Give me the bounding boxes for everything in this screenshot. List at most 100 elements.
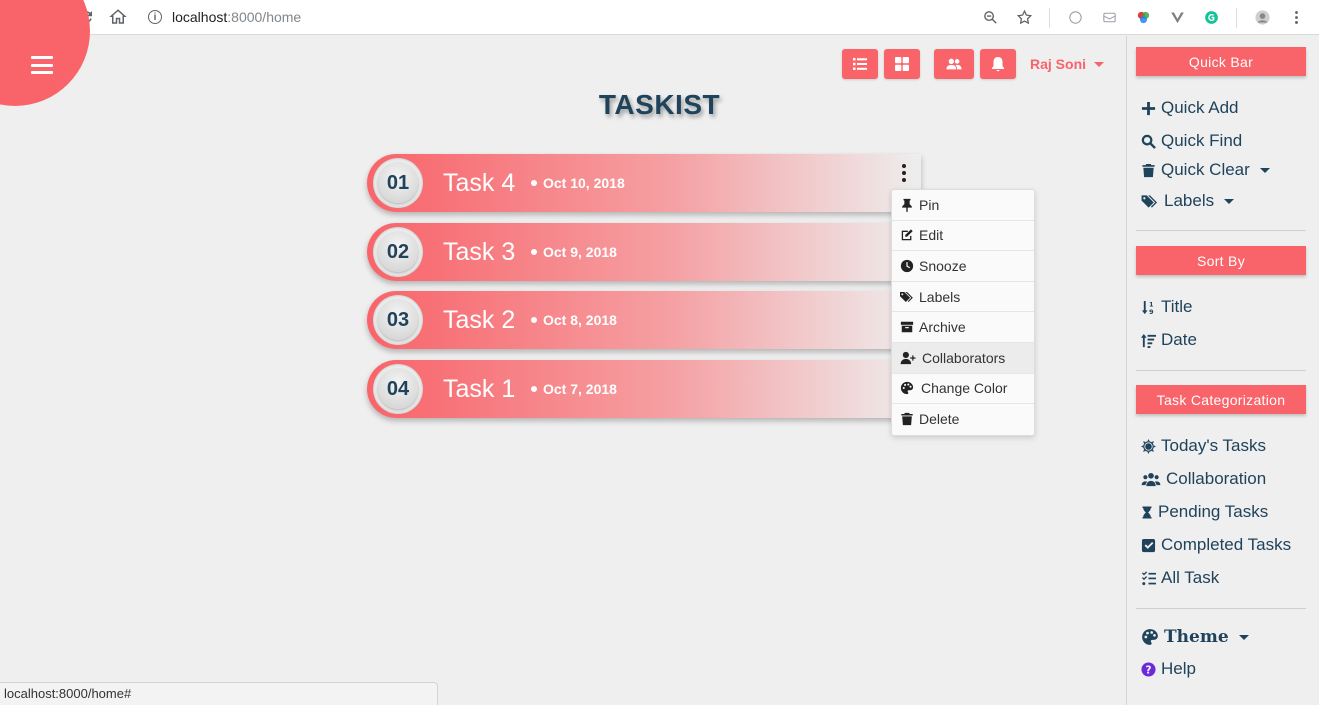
divider xyxy=(1136,608,1306,609)
menu-item-pin[interactable]: Pin xyxy=(892,190,1034,221)
quick-clear-dropdown[interactable]: Quick Clear xyxy=(1141,160,1270,180)
extension-3[interactable] xyxy=(1128,3,1158,33)
task-date: Oct 9, 2018 xyxy=(531,244,617,260)
task-date-text: Oct 8, 2018 xyxy=(543,312,617,328)
task-options-icon[interactable] xyxy=(899,164,909,182)
menu-item-label: Collaborators xyxy=(922,349,1006,366)
task-number-badge: 02 xyxy=(373,227,423,277)
task-card[interactable]: 02 Task 3 Oct 9, 2018 xyxy=(367,223,921,281)
caret-down-icon xyxy=(1224,198,1235,204)
menu-item-label: Edit xyxy=(919,227,944,244)
quick-add-label: Quick Add xyxy=(1161,98,1239,117)
extension-circle-icon xyxy=(1068,11,1082,24)
quick-add-link[interactable]: Quick Add xyxy=(1141,98,1239,118)
dot-icon xyxy=(531,180,537,186)
url-path: :8000/home xyxy=(227,9,302,25)
menu-item-label: Delete xyxy=(919,411,960,428)
task-number-badge: 01 xyxy=(373,158,423,208)
menu-item-collaborators[interactable]: Collaborators xyxy=(892,342,1034,374)
archive-icon xyxy=(900,321,914,333)
list-icon xyxy=(853,58,867,70)
task-title: Task 4 xyxy=(443,168,516,197)
right-sidebar: Quick Bar Quick Add Quick Find Quick Cle… xyxy=(1126,36,1319,705)
menu-item-label: Snooze xyxy=(919,257,967,274)
menu-item-label: Labels xyxy=(919,288,961,305)
palette-icon xyxy=(1142,629,1158,645)
all-task-link[interactable]: All Task xyxy=(1141,568,1219,588)
url-host: localhost xyxy=(172,9,228,25)
todays-tasks-link[interactable]: Today's Tasks xyxy=(1141,436,1266,456)
user-menu[interactable]: Raj Soni xyxy=(1030,56,1105,72)
task-card[interactable]: 04 Task 1 Oct 7, 2018 xyxy=(367,360,921,418)
extension-grammarly[interactable] xyxy=(1196,3,1226,33)
menu-item-snooze[interactable]: Snooze xyxy=(892,251,1034,282)
search-icon xyxy=(1141,134,1156,149)
edit-icon xyxy=(901,229,913,241)
task-date-text: Oct 10, 2018 xyxy=(543,175,625,191)
task-date: Oct 10, 2018 xyxy=(531,175,625,191)
task-card[interactable]: 01 Task 4 Oct 10, 2018 xyxy=(367,154,921,212)
hamburger-menu-icon[interactable] xyxy=(31,56,53,74)
users-icon xyxy=(946,58,962,70)
list-view-button[interactable] xyxy=(842,49,878,79)
tasks-icon xyxy=(1141,570,1156,585)
home-button[interactable] xyxy=(102,1,134,33)
caret-down-icon xyxy=(1094,61,1105,67)
bookmark-button[interactable] xyxy=(1009,3,1039,33)
completed-tasks-link[interactable]: Completed Tasks xyxy=(1141,535,1291,555)
dot-icon xyxy=(531,249,537,255)
sort-title-link[interactable]: 19 Title xyxy=(1141,297,1193,317)
address-bar[interactable]: i localhost:8000/home xyxy=(148,9,301,25)
browser-toolbar: i localhost:8000/home xyxy=(0,0,1319,35)
trash-icon xyxy=(1142,163,1155,177)
sort-title-label: Title xyxy=(1161,297,1193,316)
task-number-badge: 03 xyxy=(373,295,423,345)
trash-icon xyxy=(901,413,913,426)
dot-icon xyxy=(531,317,537,323)
page-title: TASKIST xyxy=(598,89,721,120)
clock-icon xyxy=(900,259,914,273)
pending-tasks-link[interactable]: Pending Tasks xyxy=(1141,502,1268,522)
caret-down-icon xyxy=(1238,634,1249,640)
avatar-icon xyxy=(1254,10,1270,25)
task-options-menu: Pin Edit Snooze Labels Archive Collabora… xyxy=(891,189,1035,436)
task-number: 02 xyxy=(378,232,418,272)
zoom-button[interactable] xyxy=(975,3,1005,33)
hourglass-icon xyxy=(1142,506,1152,518)
completed-tasks-label: Completed Tasks xyxy=(1161,535,1292,554)
collaborators-button[interactable] xyxy=(934,49,974,79)
menu-item-change-color[interactable]: Change Color xyxy=(892,374,1034,405)
sun-icon xyxy=(1141,438,1156,454)
profile-button[interactable] xyxy=(1247,3,1277,33)
sort-numeric-icon: 19 xyxy=(1141,300,1154,315)
caret-down-icon xyxy=(1259,167,1270,173)
extension-2[interactable] xyxy=(1094,3,1124,33)
collaboration-label: Collaboration xyxy=(1166,469,1267,488)
menu-item-labels[interactable]: Labels xyxy=(892,282,1034,313)
sort-date-link[interactable]: Date xyxy=(1141,330,1197,350)
labels-label: Labels xyxy=(1164,191,1215,210)
quick-find-link[interactable]: Quick Find xyxy=(1141,131,1242,151)
menu-button[interactable] xyxy=(1281,3,1311,33)
todays-tasks-label: Today's Tasks xyxy=(1161,436,1266,455)
question-circle-icon: ? xyxy=(1141,661,1156,677)
theme-dropdown[interactable]: Theme xyxy=(1141,627,1249,647)
sort-by-header: Sort By xyxy=(1136,246,1306,275)
theme-label: Theme xyxy=(1164,627,1229,647)
quick-clear-label: Quick Clear xyxy=(1161,160,1250,179)
help-link[interactable]: ? Help xyxy=(1141,659,1196,679)
extension-4[interactable] xyxy=(1162,3,1192,33)
labels-dropdown[interactable]: Labels xyxy=(1141,191,1235,211)
grammarly-icon xyxy=(1204,11,1218,24)
extension-1[interactable] xyxy=(1060,3,1090,33)
task-card[interactable]: 03 Task 2 Oct 8, 2018 xyxy=(367,291,921,349)
menu-item-delete[interactable]: Delete xyxy=(892,404,1034,435)
collaboration-link[interactable]: Collaboration xyxy=(1141,469,1266,489)
magnifier-icon xyxy=(983,11,997,24)
menu-item-archive[interactable]: Archive xyxy=(892,312,1034,343)
plus-icon xyxy=(1141,101,1156,115)
grid-view-button[interactable] xyxy=(884,49,920,79)
notifications-button[interactable] xyxy=(980,49,1016,79)
user-plus-icon xyxy=(900,351,916,364)
menu-item-edit[interactable]: Edit xyxy=(892,221,1034,252)
